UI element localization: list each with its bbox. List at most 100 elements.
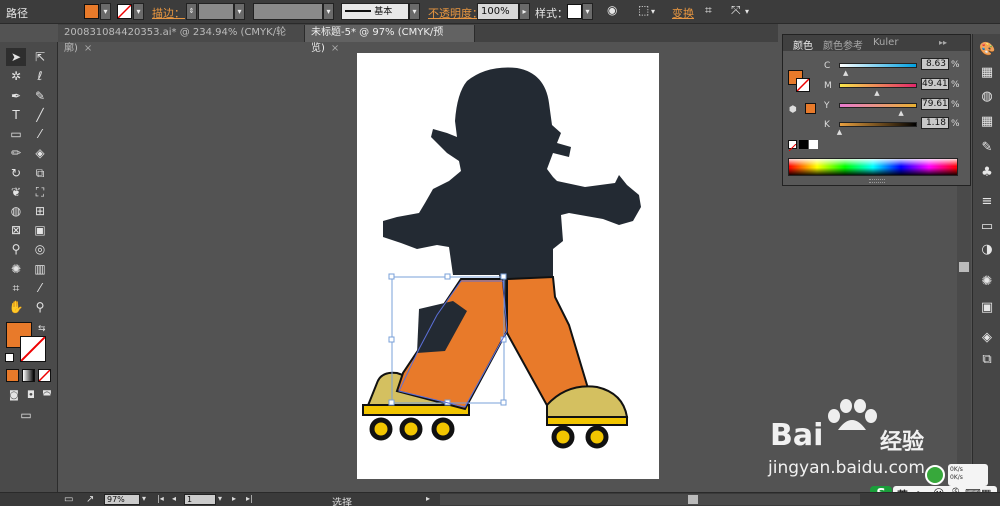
line-tool-icon[interactable]: ╱ bbox=[30, 106, 50, 124]
tab-color[interactable]: 颜色 bbox=[793, 37, 813, 52]
opacity-arrow[interactable]: ▸ bbox=[519, 3, 530, 20]
rotate-tool-icon[interactable]: ↻ bbox=[6, 164, 26, 182]
rectangle-tool-icon[interactable]: ▭ bbox=[6, 125, 26, 143]
left-pants-leg[interactable] bbox=[395, 278, 509, 411]
black-value[interactable]: 1.18 bbox=[921, 117, 949, 129]
stroke-weight-stepper[interactable]: ⇕ bbox=[186, 3, 197, 20]
arrange-dropdown-icon[interactable]: ▾ bbox=[745, 7, 749, 16]
stroke-weight-input[interactable] bbox=[198, 3, 234, 20]
network-speed-widget[interactable]: 0K/s 0K/s bbox=[948, 464, 988, 486]
zoom-tool-icon[interactable]: ⚲ bbox=[30, 298, 50, 316]
default-colors-icon[interactable] bbox=[5, 353, 14, 362]
shape-builder-icon[interactable]: ◍ bbox=[6, 202, 26, 220]
free-transform-icon[interactable]: ⛶ bbox=[30, 183, 50, 201]
brush-dropdown[interactable]: 基本 bbox=[341, 3, 409, 20]
fill-swatch[interactable] bbox=[84, 4, 99, 19]
stroke-label[interactable]: 描边： bbox=[152, 5, 185, 21]
paintbrush-icon[interactable]: ⁄ bbox=[30, 125, 50, 143]
type-tool-icon[interactable]: T bbox=[6, 106, 26, 124]
cyan-value[interactable]: 8.63 bbox=[921, 58, 949, 70]
hand-tool-icon[interactable]: ✋ bbox=[6, 298, 26, 316]
artboard[interactable] bbox=[357, 53, 659, 479]
gradient-panel-icon[interactable]: ▭ bbox=[979, 219, 995, 235]
appearance-icon[interactable]: ✺ bbox=[979, 274, 995, 290]
magic-wand-icon[interactable]: ✲ bbox=[6, 67, 26, 85]
horizontal-scrollbar[interactable] bbox=[440, 494, 860, 505]
draw-inside-icon[interactable]: ◚ bbox=[37, 387, 57, 405]
stroke-swatch[interactable] bbox=[117, 4, 132, 19]
black-color-chip[interactable] bbox=[799, 140, 808, 149]
color-guide-icon[interactable]: ▦ bbox=[979, 65, 995, 81]
curvature-tool-icon[interactable]: ✎ bbox=[30, 87, 50, 105]
status-menu-arrow[interactable]: ▸ bbox=[426, 494, 430, 503]
swatches-icon[interactable]: ▦ bbox=[979, 114, 995, 130]
graphic-style-arrow[interactable]: ▾ bbox=[582, 3, 593, 20]
black-slider[interactable] bbox=[839, 122, 917, 127]
gamut-color-chip[interactable] bbox=[805, 103, 816, 114]
white-color-chip[interactable] bbox=[809, 140, 818, 149]
export-icon[interactable]: ↗ bbox=[86, 494, 94, 505]
screen-mode-icon[interactable]: ▭ bbox=[16, 406, 36, 424]
zoom-input[interactable]: 97% bbox=[104, 494, 140, 505]
graphic-style-swatch[interactable] bbox=[567, 4, 582, 19]
slice-tool-icon[interactable]: ⁄ bbox=[30, 279, 50, 297]
panel-menu-icon[interactable]: ▸▸ bbox=[939, 38, 947, 47]
slider-knob-icon[interactable]: ▲ bbox=[874, 89, 879, 97]
panel-resize-grip[interactable] bbox=[869, 179, 885, 183]
symbols-icon[interactable]: ♣ bbox=[979, 165, 995, 181]
none-mode-icon[interactable] bbox=[38, 369, 51, 382]
magenta-slider[interactable] bbox=[839, 83, 917, 88]
pencil-tool-icon[interactable]: ✏ bbox=[6, 144, 26, 162]
close-icon[interactable]: × bbox=[84, 43, 92, 54]
brushes-icon[interactable]: ✎ bbox=[979, 140, 995, 156]
page-dropdown-arrow[interactable]: ▾ bbox=[218, 494, 222, 503]
magenta-value[interactable]: 49.41 bbox=[921, 78, 949, 90]
graph-tool-icon[interactable]: ▥ bbox=[30, 260, 50, 278]
direct-selection-tool-icon[interactable]: ⇱ bbox=[30, 48, 50, 66]
yellow-value[interactable]: 79.61 bbox=[921, 98, 949, 110]
arrange-icon[interactable]: ⤧ bbox=[731, 3, 741, 18]
stroke-panel-icon[interactable]: ≡ bbox=[979, 194, 995, 210]
brush-dropdown-arrow[interactable]: ▾ bbox=[409, 3, 420, 20]
transform-label[interactable]: 变换 bbox=[672, 5, 694, 21]
transparency-icon[interactable]: ◑ bbox=[979, 242, 995, 258]
opacity-input[interactable]: 100% bbox=[477, 3, 519, 20]
cyan-slider[interactable] bbox=[839, 63, 917, 68]
first-page-icon[interactable]: |◂ bbox=[157, 494, 164, 503]
tab-doc-2[interactable]: 未标题-5* @ 97% (CMYK/预览) × bbox=[305, 25, 475, 54]
tab-doc-1[interactable]: 200831084420353.ai* @ 234.94% (CMYK/轮廓) × bbox=[58, 25, 305, 54]
child-silhouette[interactable] bbox=[383, 67, 641, 306]
artboard-tool-icon[interactable]: ⌗ bbox=[6, 279, 26, 297]
scrollbar-thumb[interactable] bbox=[688, 495, 698, 504]
blend-tool-icon[interactable]: ◎ bbox=[30, 240, 50, 258]
gradient-mode-icon[interactable] bbox=[22, 369, 35, 382]
tab-color-guide[interactable]: 颜色参考 bbox=[823, 37, 863, 52]
slider-knob-icon[interactable]: ▲ bbox=[898, 109, 903, 117]
warp-tool-icon[interactable]: ❦ bbox=[6, 183, 26, 201]
close-icon[interactable]: × bbox=[331, 43, 339, 54]
color-mode-icon[interactable] bbox=[6, 369, 19, 382]
stroke-color-box[interactable] bbox=[20, 336, 46, 362]
fill-dropdown-arrow[interactable]: ▾ bbox=[100, 3, 111, 20]
scrollbar-thumb[interactable] bbox=[959, 262, 969, 272]
stroke-weight-arrow[interactable]: ▾ bbox=[234, 3, 245, 20]
doc-info-icon[interactable]: ▭ bbox=[64, 494, 73, 505]
stroke-dropdown-arrow[interactable]: ▾ bbox=[133, 3, 144, 20]
next-page-icon[interactable]: ▸ bbox=[232, 494, 236, 503]
prev-page-icon[interactable]: ◂ bbox=[172, 494, 176, 503]
slider-knob-icon[interactable]: ▲ bbox=[837, 128, 842, 136]
color-spectrum[interactable] bbox=[788, 158, 958, 176]
pen-tool-icon[interactable]: ✒ bbox=[6, 87, 26, 105]
selection-tool-icon[interactable]: ➤ bbox=[6, 48, 26, 66]
symbol-sprayer-icon[interactable]: ✺ bbox=[6, 260, 26, 278]
perspective-grid-icon[interactable]: ⊞ bbox=[30, 202, 50, 220]
yellow-slider[interactable] bbox=[839, 103, 917, 108]
isolate-icon[interactable]: ⌗ bbox=[705, 3, 712, 18]
mesh-tool-icon[interactable]: ⊠ bbox=[6, 221, 26, 239]
gradient-tool-icon[interactable]: ▣ bbox=[30, 221, 50, 239]
recolor-icon[interactable]: ◉ bbox=[607, 3, 617, 17]
eyedropper-icon[interactable]: ⚲ bbox=[6, 240, 26, 258]
right-skate-base[interactable] bbox=[546, 416, 628, 426]
layers-icon[interactable]: ◈ bbox=[979, 330, 995, 346]
none-color-chip[interactable] bbox=[788, 140, 797, 152]
